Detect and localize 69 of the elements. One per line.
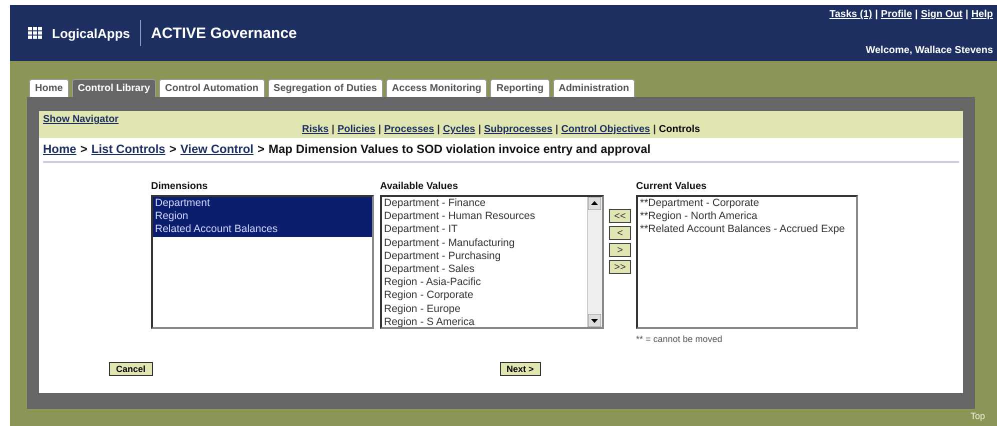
- nav-tab[interactable]: Access Monitoring: [386, 79, 488, 97]
- subnav-link[interactable]: Risks: [302, 124, 329, 135]
- separator: |: [478, 124, 482, 135]
- separator: |: [332, 124, 334, 135]
- list-option[interactable]: **Department - Corporate: [638, 197, 856, 210]
- subnav-link[interactable]: Policies: [337, 124, 376, 135]
- subnav-link[interactable]: Processes: [384, 124, 434, 135]
- list-option[interactable]: Department - Finance: [382, 197, 587, 210]
- nav-tab[interactable]: Segregation of Duties: [268, 79, 383, 97]
- list-option[interactable]: **Region - North America: [638, 210, 856, 224]
- list-title: Dimensions: [151, 181, 209, 192]
- list-title: Current Values: [636, 181, 708, 192]
- move-button[interactable]: >: [609, 243, 631, 257]
- separator: |: [875, 9, 878, 20]
- list-option[interactable]: Region - Europe: [382, 302, 587, 316]
- subnav-link[interactable]: Subprocesses: [484, 124, 552, 135]
- logo-text: LogicalApps: [52, 26, 130, 40]
- subnav-link[interactable]: Cycles: [442, 124, 476, 135]
- list-option[interactable]: **Related Account Balances - Accrued Expe: [638, 223, 856, 237]
- move-button[interactable]: <: [609, 226, 631, 240]
- header-link[interactable]: Profile: [880, 9, 912, 20]
- header-link[interactable]: Help: [971, 9, 993, 20]
- list-option[interactable]: Department - Manufacturing: [382, 236, 587, 250]
- move-button[interactable]: <<: [609, 209, 631, 223]
- welcome-text: Welcome, Wallace Stevens: [866, 45, 993, 56]
- list-option[interactable]: Region - Asia-Pacific: [382, 276, 587, 290]
- show-navigator-link[interactable]: Show Navigator: [43, 114, 119, 125]
- scroll-up-icon[interactable]: [588, 197, 601, 210]
- note-text: ** = cannot be moved: [636, 334, 724, 344]
- header-link[interactable]: Sign Out: [920, 9, 963, 20]
- cancel-button[interactable]: Cancel: [109, 362, 153, 376]
- list-option[interactable]: Department - IT: [382, 223, 587, 237]
- nav-tab[interactable]: Administration: [552, 79, 636, 97]
- list-option[interactable]: Department - Sales: [382, 263, 587, 276]
- header-link[interactable]: Tasks (1): [829, 9, 872, 20]
- subnav-link[interactable]: Control Objectives: [561, 124, 650, 135]
- separator: |: [966, 9, 968, 20]
- breadcrumb-link[interactable]: View Control: [180, 142, 254, 156]
- separator: |: [653, 124, 656, 135]
- scroll-down-icon[interactable]: [588, 314, 601, 327]
- product-title: ACTIVE Governance: [151, 24, 297, 42]
- breadcrumb-separator: >: [258, 142, 265, 156]
- list-option[interactable]: Related Account Balances: [153, 223, 372, 237]
- separator: |: [378, 124, 382, 135]
- breadcrumb-separator: >: [80, 142, 88, 156]
- breadcrumb-link[interactable]: Home: [43, 142, 76, 156]
- separator: |: [915, 9, 918, 20]
- move-button[interactable]: >>: [609, 260, 631, 274]
- breadcrumb-link[interactable]: List Controls: [91, 142, 166, 156]
- subnav-link[interactable]: Controls: [658, 124, 700, 135]
- list-title: Available Values: [380, 181, 460, 192]
- nav-tab[interactable]: Control Library: [72, 79, 156, 97]
- nav-tab[interactable]: Reporting: [490, 79, 550, 97]
- list-box[interactable]: Department Region Related Account Balances: [151, 195, 374, 329]
- grid-logo-icon: [28, 27, 42, 39]
- page-title: Map Dimension Values to SOD violation invoice entry and approval: [268, 142, 651, 156]
- separator: |: [555, 124, 558, 135]
- separator: |: [437, 124, 440, 135]
- list-option[interactable]: Department - Purchasing: [382, 250, 587, 264]
- list-box[interactable]: **Department - Corporate **Region - North America **Related Account Balances - Accrued Expe: [636, 195, 858, 329]
- list-option[interactable]: Department: [153, 197, 372, 210]
- nav-tab[interactable]: Home: [29, 79, 69, 97]
- list-option[interactable]: Region - S America: [382, 316, 587, 327]
- list-option[interactable]: Department - Human Resources: [382, 210, 587, 224]
- next-button[interactable]: Next >: [500, 362, 541, 376]
- list-option[interactable]: Region: [153, 210, 372, 224]
- breadcrumb-separator: >: [169, 142, 176, 156]
- nav-tab[interactable]: Control Automation: [159, 79, 265, 97]
- list-option[interactable]: Region - Corporate: [382, 289, 587, 303]
